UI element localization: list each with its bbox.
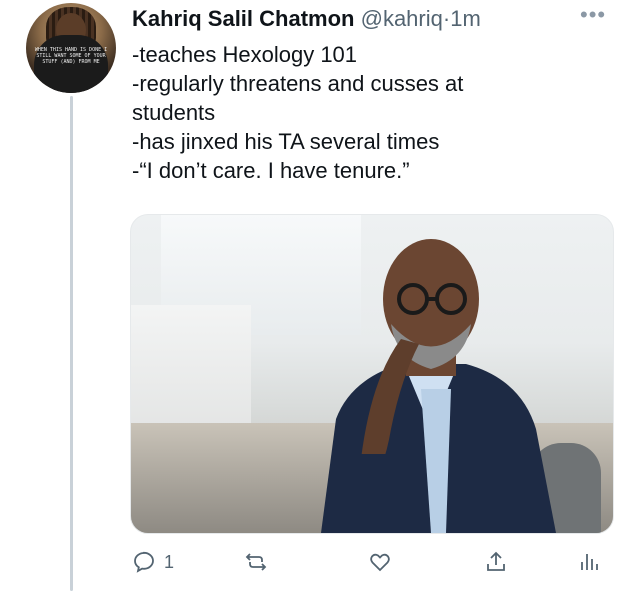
tweet-header: Kahriq Salil Chatmon @kahriq·1m — [132, 6, 481, 32]
share-icon — [487, 551, 505, 571]
tweet-actions: 1 — [132, 550, 612, 582]
like-button[interactable] — [368, 550, 392, 574]
avatar[interactable]: WHEN THIS HAND IS DONE I STILL WANT SOME… — [26, 3, 116, 93]
more-horizontal-icon[interactable]: ••• — [580, 2, 606, 28]
analytics-icon — [581, 554, 598, 570]
retweet-button[interactable] — [244, 550, 268, 574]
timestamp[interactable]: 1m — [450, 6, 481, 31]
photo-person — [321, 239, 556, 533]
tweet-media-image[interactable] — [130, 214, 614, 534]
author-handle[interactable]: @kahriq — [361, 6, 443, 31]
retweet-icon — [245, 553, 267, 571]
analytics-button[interactable] — [576, 550, 600, 574]
tweet-line: -“I don’t care. I have tenure.” — [132, 158, 410, 183]
tweet-line: -teaches Hexology 101 — [132, 42, 358, 67]
tweet-line: -regularly threatens and cusses at — [132, 71, 464, 96]
author-name[interactable]: Kahriq Salil Chatmon — [132, 6, 354, 31]
tweet-text: -teaches Hexology 101 -regularly threate… — [132, 40, 612, 185]
reply-count: 1 — [164, 551, 175, 572]
avatar-shirt-text: WHEN THIS HAND IS DONE I STILL WANT SOME… — [34, 35, 108, 93]
reply-icon — [134, 551, 154, 573]
tweet-line: -has jinxed his TA several times — [132, 129, 440, 154]
share-button[interactable] — [484, 550, 508, 574]
tweet-line: students — [132, 100, 216, 125]
heart-icon — [370, 553, 390, 572]
thread-line — [70, 96, 73, 591]
reply-button[interactable]: 1 — [132, 550, 174, 574]
